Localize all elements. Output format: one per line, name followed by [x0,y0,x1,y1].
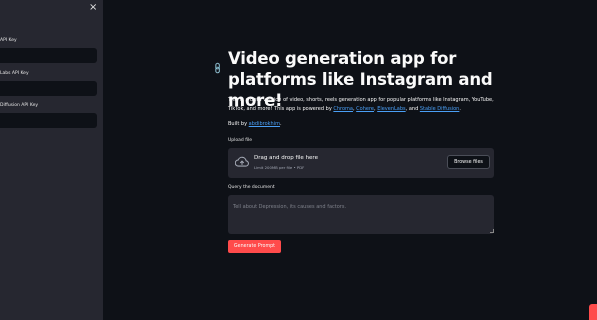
diffusion-api-key-input[interactable] [0,113,97,128]
elevenlabs-link[interactable]: ElevenLabs [377,106,405,112]
api-key-label: API Key [0,38,17,43]
file-dropzone[interactable]: Drag and drop file here Limit 200MB per … [228,148,494,178]
built-by: Built by abdibrokhim. [228,121,282,127]
resize-handle[interactable] [490,229,494,233]
stable-diffusion-link[interactable]: Stable Diffusion [420,106,460,112]
close-sidebar-button[interactable]: × [89,3,97,13]
dropzone-limit: Limit 200MB per file • PDF [254,165,305,170]
query-label: Query the document [228,185,275,190]
sidebar: × API Key Labs API Key Diffusion API Key [0,0,103,320]
built-by-text: Built by [228,121,249,127]
chroma-link[interactable]: Chroma [333,106,353,112]
status-badge[interactable] [589,304,597,320]
author-link[interactable]: abdibrokhim [249,121,280,127]
separator: . [279,121,282,127]
labs-api-key-input[interactable] [0,81,97,96]
labs-api-key-label: Labs API Key [0,71,29,76]
app-description: This is a Beta version of video, shorts,… [228,96,500,114]
separator: , and [405,106,420,112]
main-content: 🔗 Video generation app for platforms lik… [103,0,597,320]
generate-prompt-button[interactable]: Generate Prompt [228,240,281,253]
cohere-link[interactable]: Cohere [356,106,374,112]
query-input[interactable] [228,195,494,234]
cloud-upload-icon [235,156,249,167]
separator: . [459,106,461,112]
close-icon: × [89,2,98,13]
upload-label: Upload file [228,138,253,143]
dropzone-title: Drag and drop file here [254,155,318,161]
api-key-input[interactable] [0,48,97,63]
link-icon[interactable]: 🔗 [211,62,224,75]
diffusion-api-key-label: Diffusion API Key [0,103,39,108]
browse-files-button[interactable]: Browse files [447,155,490,169]
